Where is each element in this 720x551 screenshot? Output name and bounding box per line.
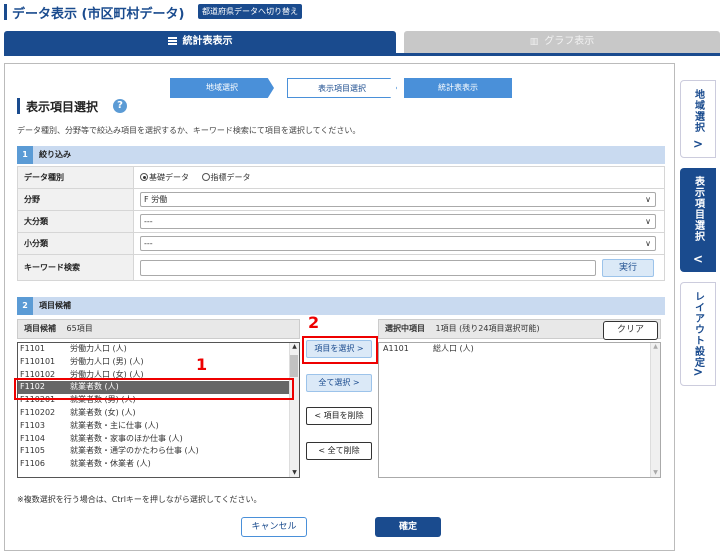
scroll-up-icon[interactable]: ▲ (651, 343, 660, 351)
chart-icon: ▥ (529, 37, 539, 47)
delete-item-button[interactable]: < 項目を削除 (306, 407, 372, 425)
candidate-section-title: 項目候補 (39, 301, 71, 310)
tab-underline (4, 53, 720, 56)
filter-table: データ種別 基礎データ 指標データ 分野 F 労働 ∨ 大分類 --- ∨ 小分類 … (17, 166, 665, 281)
select-all-button[interactable]: 全て選択 > (306, 374, 372, 392)
chevron-down-icon: ∨ (645, 217, 651, 226)
data-type-label: データ種別 (17, 166, 134, 189)
field-label: 分野 (17, 188, 134, 211)
filter-section-title: 絞り込み (39, 150, 71, 159)
chevron-left-icon: < (314, 411, 322, 420)
list-icon (167, 37, 177, 45)
field-select[interactable]: F 労働 ∨ (140, 192, 656, 207)
section-accent-bar (17, 98, 20, 114)
major-category-label: 大分類 (17, 210, 134, 233)
list-item[interactable]: F1106 就業者数・休業者 (人) (18, 458, 299, 471)
title-accent-bar (4, 4, 7, 20)
major-category-select[interactable]: --- ∨ (140, 214, 656, 229)
selected-box-label: 選択中項目 (385, 324, 425, 333)
tab-label: 統計表表示 (182, 36, 233, 47)
scroll-thumb[interactable] (290, 355, 298, 377)
section-number: 2 (17, 297, 33, 315)
list-item[interactable]: A1101 総人口 (人) (379, 343, 660, 356)
section-description: データ種別、分野等で絞込み項目を選択するか、キーワード検索にて項目を選択してくだ… (17, 126, 361, 135)
step-region-select[interactable]: 地域選択 (170, 78, 274, 98)
minor-category-select[interactable]: --- ∨ (140, 236, 656, 251)
clear-button[interactable]: クリア (603, 321, 658, 340)
tab-label: グラフ表示 (544, 36, 595, 47)
step-table-display[interactable]: 統計表表示 (404, 78, 512, 98)
radio-unchecked-icon (201, 173, 210, 181)
execute-button[interactable]: 実行 (602, 258, 654, 277)
annotation-box-1 (14, 378, 294, 400)
list-item[interactable]: F110101 労働力人口 (男) (人) (18, 356, 299, 369)
switch-prefecture-button[interactable]: 都道府県データへ切り替え (198, 4, 302, 19)
step-item-select[interactable]: 表示項目選択 (287, 78, 397, 98)
scrollbar[interactable]: ▲ ▼ (289, 343, 299, 477)
page-title: データ表示 (市区町村データ) (12, 7, 185, 22)
list-item[interactable]: F1101 労働力人口 (人) (18, 343, 299, 356)
candidate-box-header: 項目候補 65項目 (17, 319, 300, 339)
candidate-section-header: 2 項目候補 (17, 297, 665, 315)
minor-category-label: 小分類 (17, 232, 134, 255)
selected-list[interactable]: A1101 総人口 (人) ▲ ▼ (378, 342, 661, 478)
chevron-left-icon: < (692, 252, 704, 266)
annotation-number-1: 1 (196, 355, 208, 374)
radio-checked-icon (140, 173, 148, 181)
radio-index-data[interactable]: 指標データ (201, 173, 251, 182)
list-item[interactable]: F1104 就業者数・家事のほか仕事 (人) (18, 433, 299, 446)
scroll-down-icon[interactable]: ▼ (290, 469, 299, 477)
side-nav-region[interactable]: 地域選択 > (680, 80, 716, 158)
side-nav-item-select[interactable]: 表示項目選択 < (680, 168, 716, 272)
section-number: 1 (17, 146, 33, 164)
tab-statistics-table[interactable]: 統計表表示 (4, 31, 396, 53)
chevron-right-icon: > (352, 378, 360, 387)
scroll-up-icon[interactable]: ▲ (290, 343, 299, 351)
cancel-button[interactable]: キャンセル (241, 517, 307, 537)
keyword-input[interactable] (140, 259, 596, 276)
list-item[interactable]: F1103 就業者数・主に仕事 (人) (18, 420, 299, 433)
chevron-left-icon: < (318, 446, 326, 455)
selected-count: 1項目 (残り24項目選択可能) (435, 324, 540, 333)
candidate-box-label: 項目候補 (24, 324, 56, 333)
keyword-label: キーワード検索 (17, 254, 134, 281)
chevron-right-icon: > (356, 344, 364, 353)
list-item[interactable]: F110202 就業者数 (女) (人) (18, 407, 299, 420)
radio-basic-data[interactable]: 基礎データ (140, 173, 189, 182)
tab-graph[interactable]: ▥ グラフ表示 (404, 31, 720, 53)
scrollbar[interactable]: ▲ ▼ (650, 343, 660, 477)
help-icon[interactable]: ? (113, 99, 127, 113)
delete-all-button[interactable]: < 全て削除 (306, 442, 372, 460)
chevron-down-icon: ∨ (645, 195, 651, 204)
footnote: ※複数選択を行う場合は、Ctrlキーを押しながら選択してください。 (17, 495, 262, 504)
candidate-list[interactable]: F1101 労働力人口 (人) F110101 労働力人口 (男) (人) F110… (17, 342, 300, 478)
scroll-down-icon[interactable]: ▼ (651, 469, 660, 477)
chevron-right-icon: > (692, 137, 704, 151)
chevron-right-icon: > (692, 365, 704, 379)
chevron-down-icon: ∨ (645, 239, 651, 248)
section-title: 表示項目選択 (26, 100, 99, 114)
confirm-button[interactable]: 確定 (375, 517, 441, 537)
side-nav-layout[interactable]: レイアウト設定 > (680, 282, 716, 386)
list-item[interactable]: F1105 就業者数・通学のかたわら仕事 (人) (18, 445, 299, 458)
candidate-count: 65項目 (66, 324, 93, 333)
annotation-number-2: 2 (308, 313, 320, 332)
select-item-button[interactable]: 項目を選択 > (306, 340, 372, 358)
filter-section-header: 1 絞り込み (17, 146, 665, 164)
